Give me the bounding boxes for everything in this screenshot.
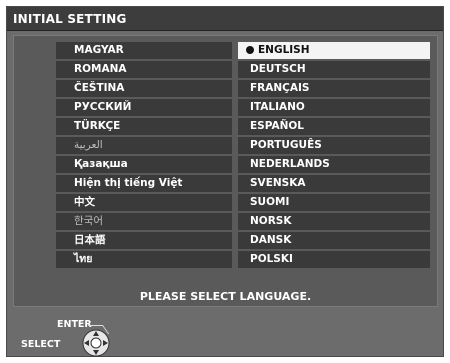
- language-option[interactable]: РУССКИЙ: [56, 99, 232, 116]
- dpad-icon: [82, 329, 110, 357]
- language-option[interactable]: SVENSKA: [238, 175, 430, 192]
- language-option[interactable]: ITALIANO: [238, 99, 430, 116]
- selected-indicator-icon: [246, 46, 254, 54]
- language-row: ROMANA DEUTSCH: [56, 61, 430, 78]
- panel-title: INITIAL SETTING: [7, 7, 443, 31]
- language-option[interactable]: MAGYAR: [56, 42, 232, 59]
- language-option[interactable]: PORTUGUÊS: [238, 137, 430, 154]
- language-option[interactable]: NORSK: [238, 213, 430, 230]
- language-grid: MAGYAR ENGLISH ROMANA DEUTSCH ČEŠTINA FR…: [56, 42, 430, 270]
- language-row: TÜRKÇE ESPAÑOL: [56, 118, 430, 135]
- language-row: ไทย POLSKI: [56, 251, 430, 268]
- language-option[interactable]: ČEŠTINA: [56, 80, 232, 97]
- language-option[interactable]: TÜRKÇE: [56, 118, 232, 135]
- language-option[interactable]: Қазақша: [56, 156, 232, 173]
- language-option[interactable]: ROMANA: [56, 61, 232, 78]
- language-row: العربية PORTUGUÊS: [56, 137, 430, 154]
- controls-hint: ENTER SELECT: [13, 313, 438, 357]
- language-row: 日本語 DANSK: [56, 232, 430, 249]
- language-option[interactable]: NEDERLANDS: [238, 156, 430, 173]
- language-option[interactable]: 한국어: [56, 213, 232, 230]
- language-option-label: ENGLISH: [258, 44, 310, 56]
- language-option[interactable]: 日本語: [56, 232, 232, 249]
- language-option[interactable]: Hiện thị tiếng Việt: [56, 175, 232, 192]
- language-row: 한국어 NORSK: [56, 213, 430, 230]
- language-row: MAGYAR ENGLISH: [56, 42, 430, 59]
- instruction-text: PLEASE SELECT LANGUAGE.: [139, 290, 312, 303]
- select-label: SELECT: [21, 339, 61, 350]
- language-row: Қазақша NEDERLANDS: [56, 156, 430, 173]
- language-option[interactable]: 中文: [56, 194, 232, 211]
- language-row: Hiện thị tiếng Việt SVENSKA: [56, 175, 430, 192]
- language-list-area: MAGYAR ENGLISH ROMANA DEUTSCH ČEŠTINA FR…: [13, 35, 438, 307]
- language-row: 中文 SUOMI: [56, 194, 430, 211]
- language-option[interactable]: ไทย: [56, 251, 232, 268]
- language-option[interactable]: DANSK: [238, 232, 430, 249]
- language-option[interactable]: DEUTSCH: [238, 61, 430, 78]
- language-option[interactable]: ESPAÑOL: [238, 118, 430, 135]
- initial-setting-panel: INITIAL SETTING MAGYAR ENGLISH ROMANA DE…: [6, 6, 444, 357]
- language-option[interactable]: العربية: [56, 137, 232, 154]
- language-row: ČEŠTINA FRANÇAIS: [56, 80, 430, 97]
- language-option[interactable]: SUOMI: [238, 194, 430, 211]
- language-option[interactable]: POLSKI: [238, 251, 430, 268]
- language-option-selected[interactable]: ENGLISH: [238, 42, 430, 59]
- language-row: РУССКИЙ ITALIANO: [56, 99, 430, 116]
- language-option[interactable]: FRANÇAIS: [238, 80, 430, 97]
